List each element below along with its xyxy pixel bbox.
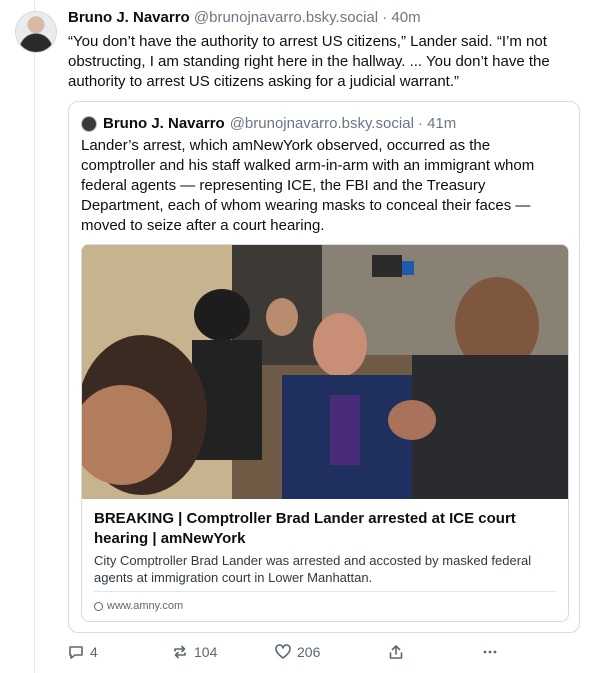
quoted-post[interactable]: Bruno J. Navarro @brunojnavarro.bsky.soc… [68,101,580,633]
link-card-title: BREAKING | Comptroller Brad Lander arres… [94,510,516,547]
post-time[interactable]: · 40m [382,9,420,26]
link-card-domain-text: www.amny.com [107,600,184,612]
reply-icon [69,646,83,659]
heart-icon [275,644,291,659]
post-text: “You don’t have the authority to arrest … [68,33,550,90]
link-card[interactable]: BREAKING | Comptroller Brad Lander arres… [81,244,569,622]
ellipsis-icon [483,650,497,654]
author-name[interactable]: Bruno J. Navarro [68,9,190,26]
reply-count: 4 [90,644,98,660]
repost-count: 104 [194,644,218,660]
quoted-author-handle: @brunojnavarro.bsky.social [229,115,414,132]
globe-icon [94,601,103,611]
arrest-photo [82,245,568,499]
quoted-post-time: · 41m [417,115,457,132]
link-card-image [82,245,568,499]
link-card-divider [94,591,556,592]
quoted-author-avatar [81,116,97,132]
post: Bruno J. Navarro @brunojnavarro.bsky.soc… [68,8,584,92]
post-actions: 4 104 206 [67,643,507,665]
share-icon [389,645,403,659]
quoted-post-text: Lander’s arrest, which amNewYork observe… [81,137,535,234]
share-button[interactable] [387,643,410,661]
link-card-description: City Comptroller Brad Lander was arreste… [94,553,532,585]
more-options-button[interactable] [481,643,504,661]
quoted-author-name: Bruno J. Navarro [103,115,225,132]
author-avatar[interactable] [15,11,57,53]
repost-button[interactable]: 104 [171,643,217,661]
reply-button[interactable]: 4 [67,643,98,661]
thread-line [34,0,35,673]
repost-icon [174,645,186,659]
author-handle[interactable]: @brunojnavarro.bsky.social [194,9,378,26]
post-header: Bruno J. Navarro @brunojnavarro.bsky.soc… [68,8,584,28]
quoted-post-header: Bruno J. Navarro @brunojnavarro.bsky.soc… [81,114,456,134]
like-count: 206 [297,644,321,660]
link-card-domain: www.amny.com [94,599,183,613]
like-button[interactable]: 206 [274,643,320,661]
